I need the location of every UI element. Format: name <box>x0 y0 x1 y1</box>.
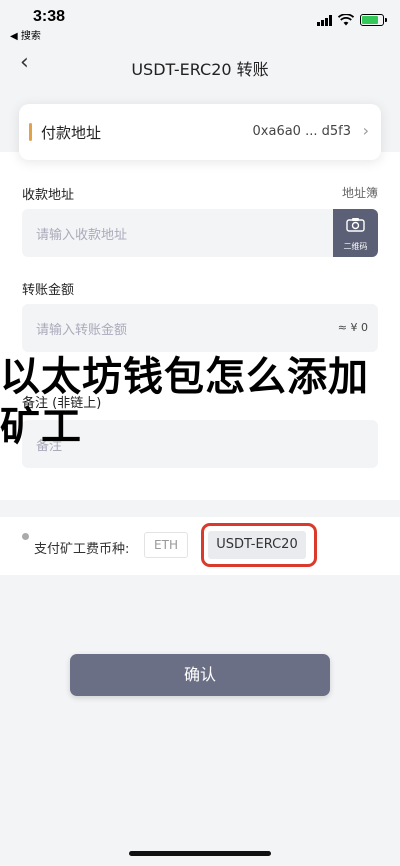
fee-label: 支付矿工费币种: <box>34 542 130 557</box>
address-book-link[interactable]: 地址簿 <box>342 184 378 201</box>
home-indicator <box>129 851 271 856</box>
signal-icon <box>317 14 332 26</box>
chevron-right-icon: › <box>362 121 369 140</box>
fee-currency-selector: 支付矿工费币种: ETH USDT-ERC20 <box>0 517 400 575</box>
qr-label: 二维码 <box>343 242 368 251</box>
accent-bar <box>29 123 32 141</box>
payer-address-value: 0xa6a0 ... d5f3 <box>252 124 351 139</box>
nav-bar: ‹ USDT-ERC20 转账 <box>0 44 400 88</box>
payer-address-row[interactable]: 付款地址 0xa6a0 ... d5f3 › <box>19 104 381 160</box>
battery-icon <box>360 14 387 26</box>
info-dot-icon <box>22 533 29 540</box>
wifi-icon <box>338 14 354 26</box>
status-icons <box>317 14 387 26</box>
overlay-headline: 以太坊钱包怎么添加矿工 <box>0 354 369 450</box>
amount-approx-value: ≈ ¥ 0 <box>337 321 368 334</box>
recipient-placeholder: 请输入收款地址 <box>36 228 128 243</box>
fee-option-usdt[interactable]: USDT-ERC20 <box>208 531 306 559</box>
qr-scan-button[interactable]: 二维码 <box>333 209 378 257</box>
status-time: 3:38 <box>33 8 66 25</box>
confirm-button[interactable]: 确认 <box>70 654 330 696</box>
amount-placeholder: 请输入转账金额 <box>36 323 128 338</box>
camera-icon <box>346 218 365 232</box>
back-to-app-link[interactable]: ◀ 搜索 <box>10 27 41 42</box>
amount-input[interactable]: 请输入转账金额 ≈ ¥ 0 <box>22 304 378 352</box>
amount-label: 转账金额 <box>22 283 75 298</box>
recipient-input[interactable]: 请输入收款地址 二维码 <box>22 209 378 257</box>
fee-option-eth[interactable]: ETH <box>144 532 188 558</box>
page-title: USDT-ERC20 转账 <box>131 60 269 79</box>
status-bar: 3:38 ◀ 搜索 <box>0 0 400 44</box>
payer-label: 付款地址 <box>41 124 102 142</box>
recipient-label: 收款地址 <box>22 188 75 203</box>
